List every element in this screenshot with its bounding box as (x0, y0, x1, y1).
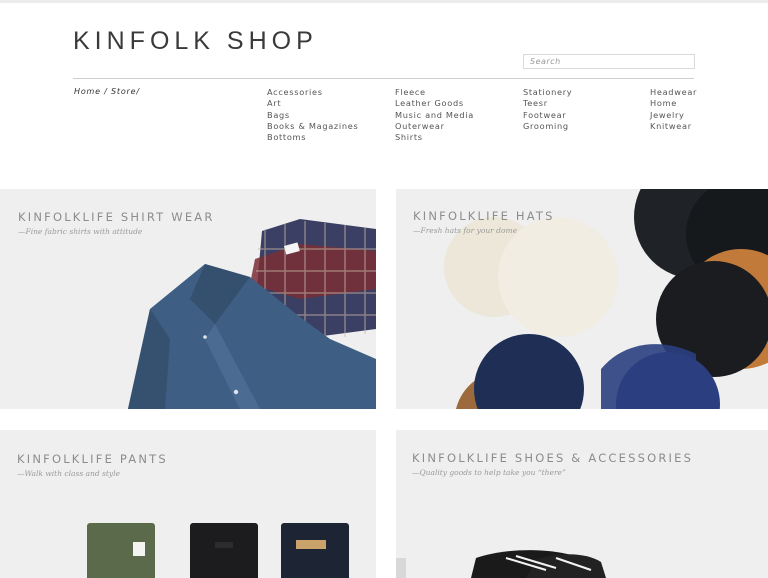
category-column-3: Stationery Teesr Footwear Grooming (523, 87, 572, 132)
breadcrumb-separator: / (136, 87, 140, 96)
tile-title: KINFOLKLIFE SHOES & ACCESSORIES (412, 451, 694, 465)
site-logo[interactable]: KINFOLK SHOP (73, 27, 318, 56)
category-link-tees[interactable]: Teesr (523, 98, 572, 109)
tile-title: KINFOLKLIFE HATS (413, 209, 555, 223)
category-column-4: Headwear Home Jewelry Knitwear (650, 87, 697, 132)
category-tile-shirt-wear[interactable]: KINFOLKLIFE SHIRT WEAR —Fine fabric shir… (0, 189, 376, 409)
category-tile-hats[interactable]: KINFOLKLIFE HATS —Fresh hats for your do… (396, 189, 768, 409)
search-input[interactable] (523, 54, 695, 69)
category-link-bags[interactable]: Bags (267, 110, 359, 121)
tile-title: KINFOLKLIFE SHIRT WEAR (18, 210, 215, 224)
category-link-headwear[interactable]: Headwear (650, 87, 697, 98)
category-tile-shoes-accessories[interactable]: KINFOLKLIFE SHOES & ACCESSORIES —Quality… (396, 430, 768, 578)
tile-subtitle: —Fine fabric shirts with attitude (18, 227, 143, 236)
category-link-knitwear[interactable]: Knitwear (650, 121, 697, 132)
tile-subtitle: —Quality goods to help take you “there” (412, 468, 566, 477)
header-divider (73, 78, 694, 79)
category-link-accessories[interactable]: Accessories (267, 87, 359, 98)
tile-subtitle: —Walk with class and style (17, 469, 120, 478)
category-tile-pants[interactable]: KINFOLKLIFE PANTS —Walk with class and s… (0, 430, 376, 578)
breadcrumb: Home / Store/ (74, 87, 140, 96)
category-link-books-magazines[interactable]: Books & Magazines (267, 121, 359, 132)
top-bar (0, 0, 768, 3)
breadcrumb-home[interactable]: Home (74, 87, 101, 96)
category-link-home[interactable]: Home (650, 98, 697, 109)
tile-subtitle: —Fresh hats for your dome (413, 226, 518, 235)
category-link-fleece[interactable]: Fleece (395, 87, 474, 98)
category-link-leather-goods[interactable]: Leather Goods (395, 98, 474, 109)
tile-title: KINFOLKLIFE PANTS (17, 452, 168, 466)
category-link-stationery[interactable]: Stationery (523, 87, 572, 98)
category-link-shirts[interactable]: Shirts (395, 132, 474, 143)
category-link-grooming[interactable]: Grooming (523, 121, 572, 132)
category-link-art[interactable]: Art (267, 98, 359, 109)
breadcrumb-separator: / (100, 87, 112, 96)
category-link-music-media[interactable]: Music and Media (395, 110, 474, 121)
category-column-1: Accessories Art Bags Books & Magazines B… (267, 87, 359, 143)
category-link-outerwear[interactable]: Outerwear (395, 121, 474, 132)
category-link-bottoms[interactable]: Bottoms (267, 132, 359, 143)
category-link-jewelry[interactable]: Jewelry (650, 110, 697, 121)
breadcrumb-store[interactable]: Store (111, 87, 136, 96)
category-column-2: Fleece Leather Goods Music and Media Out… (395, 87, 474, 143)
category-link-footwear[interactable]: Footwear (523, 110, 572, 121)
